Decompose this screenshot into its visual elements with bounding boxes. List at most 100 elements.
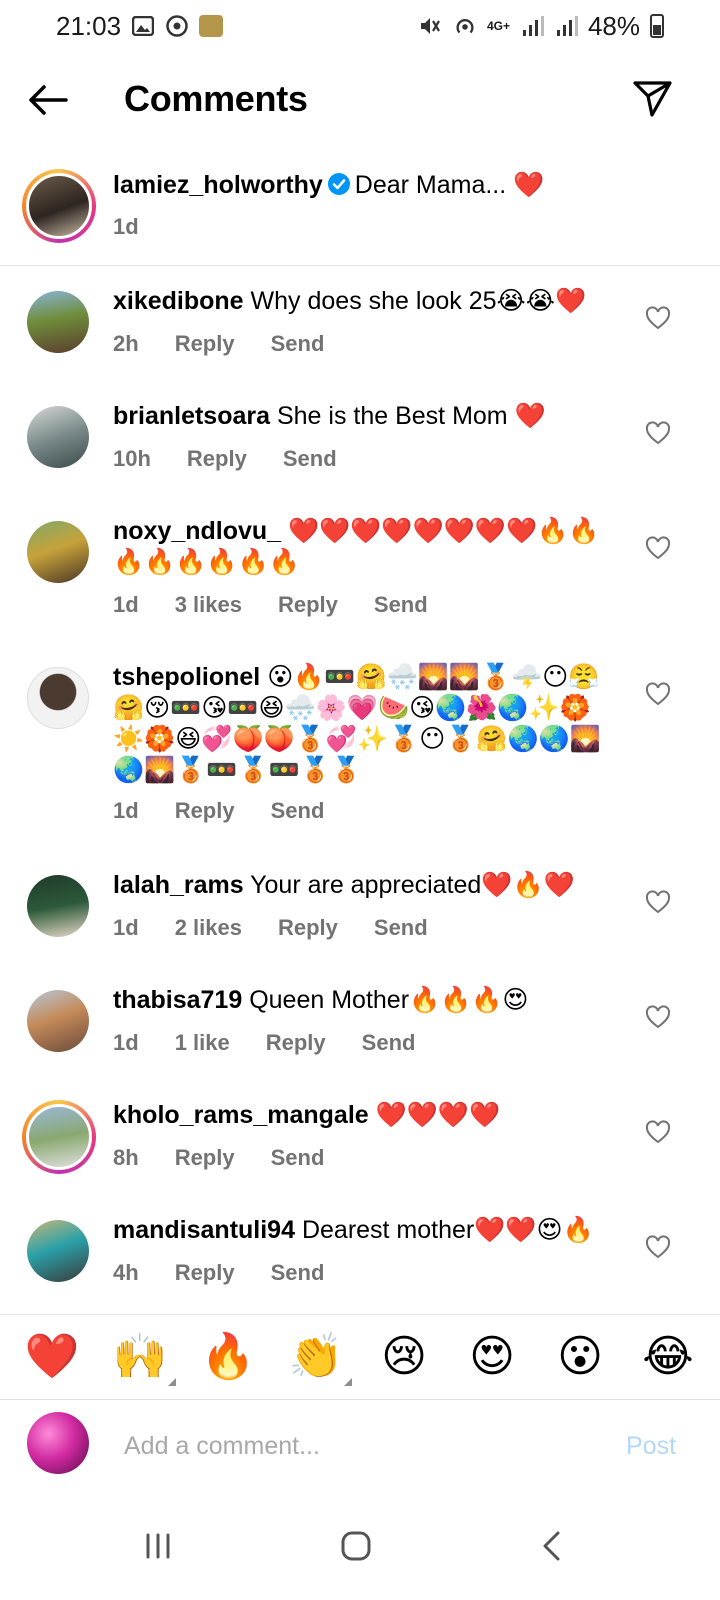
caption-meta: 1d (113, 214, 139, 240)
comment-meta: 1d 1 like Reply Send (113, 1030, 415, 1056)
comment-time: 1d (113, 592, 139, 617)
like-button[interactable] (645, 536, 671, 562)
send-button[interactable]: Send (271, 331, 325, 357)
comment-item: xikedibone Why does she look 25😭😭❤️ 2h R… (0, 286, 720, 396)
reaction-surprised-face[interactable]: 😮 (550, 1332, 610, 1382)
avatar[interactable] (22, 169, 96, 243)
comment-username[interactable]: lalah_rams (113, 871, 244, 899)
comment-text: ❤️❤️❤️❤️ (375, 1101, 501, 1129)
status-time: 21:03 (56, 10, 122, 41)
like-button[interactable] (645, 890, 671, 916)
heart-outline-icon (645, 682, 671, 706)
reaction-tears-of-joy[interactable]: 😂 (638, 1332, 698, 1382)
comment-meta: 2h Reply Send (113, 331, 324, 357)
like-button[interactable] (645, 1005, 671, 1031)
back-button[interactable] (26, 78, 70, 122)
reply-button[interactable]: Reply (175, 331, 235, 357)
battery-icon (650, 14, 664, 38)
skin-tone-indicator-icon (168, 1378, 176, 1386)
comment-time: 10h (113, 446, 151, 471)
avatar[interactable] (27, 875, 89, 937)
comment-username[interactable]: noxy_ndlovu_ (113, 517, 281, 545)
comment-username[interactable]: xikedibone (113, 287, 244, 315)
caption-username[interactable]: lamiez_holworthy (113, 171, 323, 199)
send-button[interactable]: Send (271, 1145, 325, 1171)
signal-icon (520, 14, 544, 38)
like-button[interactable] (645, 1120, 671, 1146)
reply-button[interactable]: Reply (175, 798, 235, 824)
status-bar: 21:03 4G+ 48% (0, 0, 720, 52)
skin-tone-indicator-icon (344, 1378, 352, 1386)
like-button[interactable] (645, 306, 671, 332)
reply-button[interactable]: Reply (175, 1145, 235, 1171)
post-caption: lamiez_holworthy Dear Mama... ❤️ 1d (0, 166, 720, 266)
comment-input[interactable] (124, 1426, 594, 1466)
recent-apps-icon (146, 1533, 170, 1559)
reaction-crying-face[interactable]: 😢 (374, 1332, 434, 1382)
send-button[interactable]: Send (271, 798, 325, 824)
comment-username[interactable]: brianletsoara (113, 402, 270, 430)
comment-text: Your are appreciated❤️🔥❤️ (250, 871, 575, 899)
comment-item: mandisantuli94 Dearest mother❤️❤️😍🔥 4h R… (0, 1215, 720, 1310)
like-button[interactable] (645, 1235, 671, 1261)
send-button[interactable]: Send (374, 915, 428, 941)
comment-text: Dearest mother❤️❤️😍🔥 (301, 1216, 594, 1244)
avatar[interactable] (27, 1220, 89, 1282)
gallery-icon (131, 14, 155, 38)
likes-count[interactable]: 3 likes (175, 592, 242, 618)
comment-meta: 1d 3 likes Reply Send (113, 592, 428, 618)
comment-username[interactable]: thabisa719 (113, 986, 242, 1014)
page-title: Comments (124, 78, 308, 119)
post-button[interactable]: Post (626, 1432, 676, 1461)
arrow-left-icon (29, 85, 68, 115)
soccer-ball-icon (165, 14, 189, 38)
comment-meta: 10h Reply Send (113, 446, 337, 472)
send-button[interactable]: Send (283, 446, 337, 472)
reaction-clapping-hands[interactable]: 👏 (286, 1332, 352, 1386)
avatar[interactable] (22, 1100, 96, 1174)
comment-item: lalah_rams Your are appreciated❤️🔥❤️ 1d … (0, 870, 720, 980)
likes-count[interactable]: 1 like (175, 1030, 230, 1056)
send-button[interactable]: Send (362, 1030, 416, 1056)
avatar[interactable] (27, 521, 89, 583)
likes-count[interactable]: 2 likes (175, 915, 242, 941)
comment-username[interactable]: mandisantuli94 (113, 1216, 295, 1244)
comment-text: Why does she look 25😭😭❤️ (250, 287, 587, 315)
reply-button[interactable]: Reply (175, 1260, 235, 1286)
like-button[interactable] (645, 682, 671, 708)
reply-button[interactable]: Reply (278, 592, 338, 618)
system-back-button[interactable] (522, 1516, 582, 1576)
send-button[interactable]: Send (374, 592, 428, 618)
comment-time: 8h (113, 1145, 139, 1170)
share-button[interactable] (632, 78, 674, 120)
avatar[interactable] (27, 406, 89, 468)
reaction-red-heart[interactable]: ❤️ (22, 1332, 82, 1382)
comment-item: noxy_ndlovu_ ❤️❤️❤️❤️❤️❤️❤️❤️🔥🔥🔥🔥🔥🔥🔥🔥 1d… (0, 516, 720, 656)
comment-composer: Post (0, 1402, 720, 1488)
avatar[interactable] (27, 990, 89, 1052)
avatar[interactable] (27, 291, 89, 353)
reaction-raising-hands[interactable]: 🙌 (110, 1332, 176, 1386)
comment-username[interactable]: tshepolionel (113, 663, 260, 691)
comment-time: 2h (113, 331, 139, 356)
like-button[interactable] (645, 421, 671, 447)
heart-outline-icon (645, 421, 671, 445)
comment-time: 4h (113, 1260, 139, 1285)
reaction-heart-eyes[interactable]: 😍 (462, 1332, 522, 1382)
comment-time: 1d (113, 1030, 139, 1055)
reply-button[interactable]: Reply (187, 446, 247, 472)
system-navigation-bar (0, 1490, 720, 1600)
reply-button[interactable]: Reply (266, 1030, 326, 1056)
comment-item: thabisa719 Queen Mother🔥🔥🔥😍 1d 1 like Re… (0, 985, 720, 1095)
reply-button[interactable]: Reply (278, 915, 338, 941)
comment-username[interactable]: kholo_rams_mangale (113, 1101, 369, 1129)
send-button[interactable]: Send (271, 1260, 325, 1286)
comment-item: tshepolionel 😮🔥🚥🤗🌨️🌄🌄🥉🌩️😶😤🤗😚🚥😘🚥😆🌨️🌸💗🍉😘🌏🌺… (0, 662, 720, 862)
chevron-left-icon (543, 1531, 560, 1561)
heart-outline-icon (645, 536, 671, 560)
reaction-fire[interactable]: 🔥 (198, 1332, 258, 1382)
home-button[interactable] (326, 1516, 386, 1576)
recent-apps-button[interactable] (128, 1516, 188, 1576)
avatar[interactable] (27, 667, 89, 729)
comment-text: Queen Mother🔥🔥🔥😍 (249, 986, 529, 1014)
